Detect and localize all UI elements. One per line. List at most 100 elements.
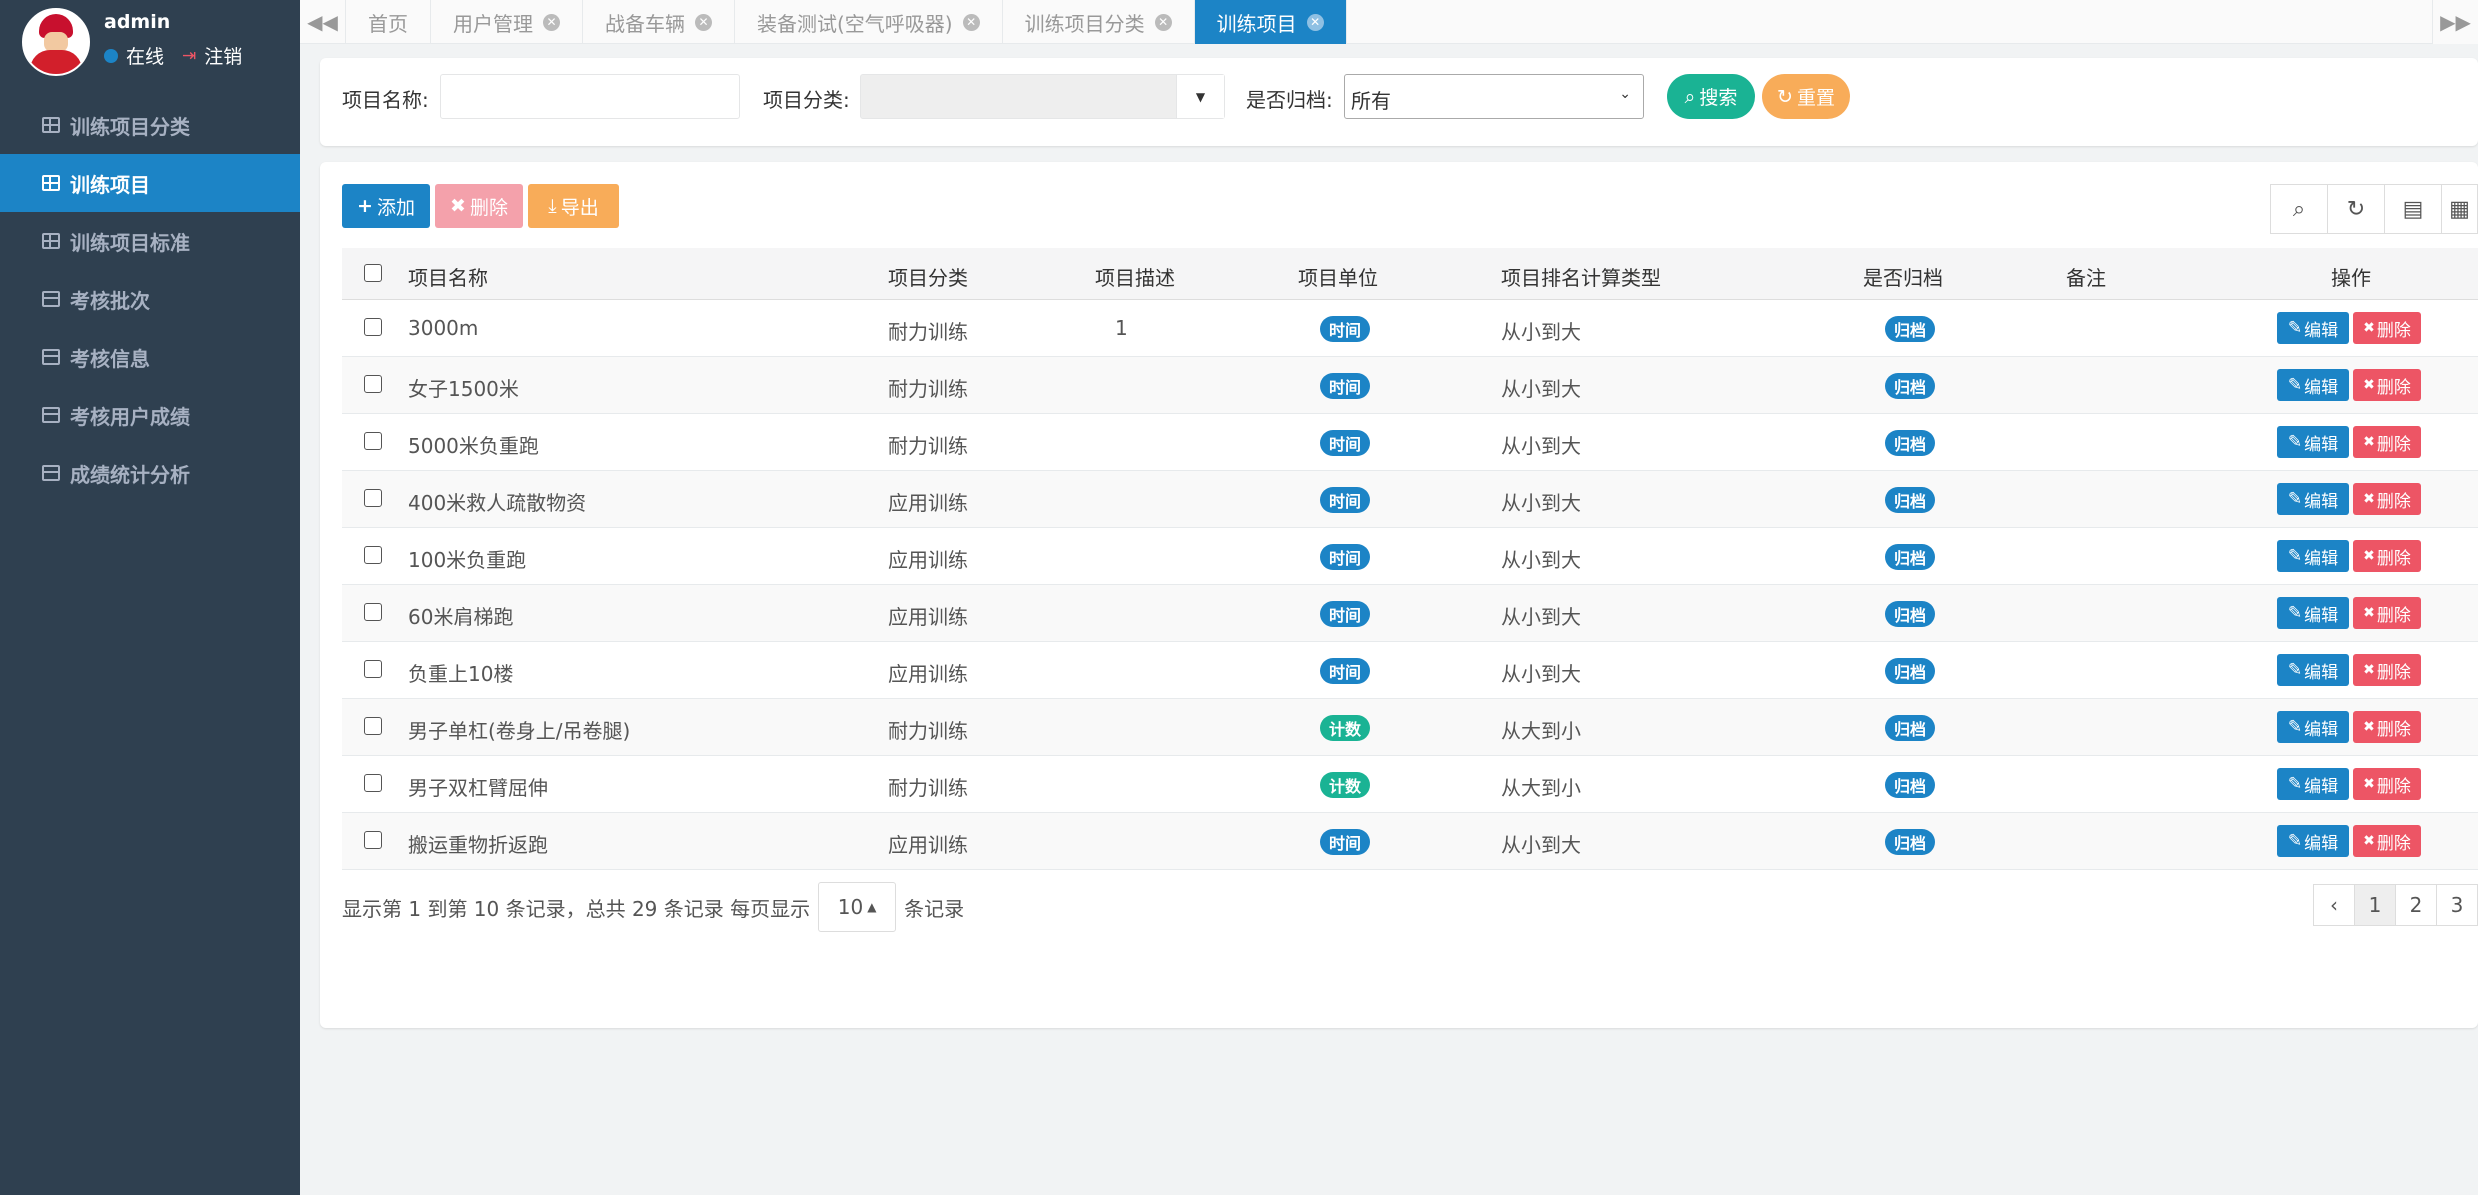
table-row[interactable]: 男子单杠(卷身上/吊卷腿) 耐力训练 计数 从大到小 归档 ✎ 编辑 ✖ 删除 [342,699,2478,756]
edit-button[interactable]: ✎ 编辑 [2277,369,2349,401]
page-size-select[interactable]: 10 ▲ [818,882,897,932]
table-row[interactable]: 男子双杠臂屈伸 耐力训练 计数 从大到小 归档 ✎ 编辑 ✖ 删除 [342,756,2478,813]
sidebar-item-assessment-info[interactable]: 考核信息 [0,328,300,386]
refresh-icon: ↻ [1777,85,1793,108]
project-category-select[interactable]: ▼ [860,74,1225,119]
edit-button[interactable]: ✎ 编辑 [2277,483,2349,515]
th-project-desc[interactable]: 项目描述 [1095,262,1175,291]
row-checkbox[interactable] [364,774,382,792]
delete-button[interactable]: ✖ 删除 [435,184,523,228]
row-delete-button[interactable]: ✖ 删除 [2353,768,2421,800]
edit-button[interactable]: ✎ 编辑 [2277,426,2349,458]
table-row[interactable]: 女子1500米 耐力训练 时间 从小到大 归档 ✎ 编辑 ✖ 删除 [342,357,2478,414]
table-search-icon[interactable]: ⌕ [2270,184,2328,234]
table-row[interactable]: 400米救人疏散物资 应用训练 时间 从小到大 归档 ✎ 编辑 ✖ 删除 [342,471,2478,528]
cell-project-category: 耐力训练 [888,776,968,800]
row-checkbox[interactable] [364,432,382,450]
row-delete-button[interactable]: ✖ 删除 [2353,540,2421,572]
archived-select[interactable]: 所有 ⌄ [1344,74,1644,119]
edit-button[interactable]: ✎ 编辑 [2277,312,2349,344]
tab-equipment-test[interactable]: 装备测试(空气呼吸器) ✕ [735,0,1003,44]
row-checkbox[interactable] [364,489,382,507]
close-icon: ✖ [2363,320,2375,336]
close-icon[interactable]: ✕ [1154,13,1172,31]
search-button[interactable]: ⌕ 搜索 [1667,74,1755,119]
tab-vehicles[interactable]: 战备车辆 ✕ [583,0,735,44]
table-row[interactable]: 搬运重物折返跑 应用训练 时间 从小到大 归档 ✎ 编辑 ✖ 删除 [342,813,2478,870]
tab-home[interactable]: 首页 [346,0,431,44]
row-delete-button[interactable]: ✖ 删除 [2353,711,2421,743]
edit-button-label: 编辑 [2304,776,2339,797]
export-button[interactable]: ⤓ 导出 [528,184,619,228]
close-icon[interactable]: ✕ [695,13,712,31]
tab-training-project[interactable]: 训练项目 ✕ [1194,0,1347,44]
select-all-checkbox[interactable] [364,264,382,282]
row-checkbox[interactable] [364,318,382,336]
row-checkbox[interactable] [364,717,382,735]
edit-button[interactable]: ✎ 编辑 [2277,825,2349,857]
row-checkbox[interactable] [364,660,382,678]
th-archived[interactable]: 是否归档 [1863,262,1943,291]
edit-button[interactable]: ✎ 编辑 [2277,597,2349,629]
th-rank-type[interactable]: 项目排名计算类型 [1501,262,1661,291]
row-checkbox[interactable] [364,375,382,393]
page-2-button[interactable]: 2 [2395,884,2437,926]
close-icon[interactable]: ✕ [543,13,560,31]
table-row[interactable]: 100米负重跑 应用训练 时间 从小到大 归档 ✎ 编辑 ✖ 删除 [342,528,2478,585]
row-checkbox[interactable] [364,831,382,849]
project-name-input[interactable] [440,74,740,119]
cell-project-category: 耐力训练 [888,320,968,344]
tab-training-category[interactable]: 训练项目分类 ✕ [1003,0,1195,44]
table-columns-icon[interactable]: ▦ [2441,184,2478,234]
search-icon: ⌕ [1684,85,1696,108]
row-delete-button[interactable]: ✖ 删除 [2353,825,2421,857]
close-icon: ✖ [2363,548,2375,564]
table-refresh-icon[interactable]: ↻ [2327,184,2385,234]
sidebar-item-training-project[interactable]: 训练项目 [0,154,300,212]
table-toggle-view-icon[interactable]: ▤ [2384,184,2442,234]
sidebar-item-user-scores[interactable]: 考核用户成绩 [0,386,300,444]
table-row[interactable]: 60米肩梯跑 应用训练 时间 从小到大 归档 ✎ 编辑 ✖ 删除 [342,585,2478,642]
edit-icon: ✎ [2287,432,2303,452]
sidebar-item-label: 考核用户成绩 [70,404,190,429]
row-delete-button[interactable]: ✖ 删除 [2353,597,2421,629]
edit-button[interactable]: ✎ 编辑 [2277,768,2349,800]
table-row[interactable]: 负重上10楼 应用训练 时间 从小到大 归档 ✎ 编辑 ✖ 删除 [342,642,2478,699]
edit-button[interactable]: ✎ 编辑 [2277,654,2349,686]
sidebar-item-training-standard[interactable]: 训练项目标准 [0,212,300,270]
row-delete-button[interactable]: ✖ 删除 [2353,369,2421,401]
tab-user-management[interactable]: 用户管理 ✕ [431,0,583,44]
page-1-button[interactable]: 1 [2354,884,2396,926]
edit-button-label: 编辑 [2304,548,2339,569]
close-icon[interactable]: ✕ [1306,13,1324,31]
th-project-unit[interactable]: 项目单位 [1298,262,1378,291]
add-button[interactable]: + 添加 [342,184,430,228]
grid-icon [42,175,60,191]
archived-badge: 归档 [1885,316,1936,342]
table-row[interactable]: 3000m 耐力训练 1 时间 从小到大 归档 ✎ 编辑 ✖ 删除 [342,300,2478,357]
tab-scroll-left-icon[interactable]: ◀◀ [300,0,346,44]
table-row[interactable]: 5000米负重跑 耐力训练 时间 从小到大 归档 ✎ 编辑 ✖ 删除 [342,414,2478,471]
row-delete-button[interactable]: ✖ 删除 [2353,654,2421,686]
row-checkbox[interactable] [364,546,382,564]
row-delete-button[interactable]: ✖ 删除 [2353,312,2421,344]
edit-button[interactable]: ✎ 编辑 [2277,540,2349,572]
prev-page-button[interactable]: ‹ [2313,884,2355,926]
reset-button[interactable]: ↻ 重置 [1762,74,1850,119]
th-project-name[interactable]: 项目名称 [408,262,488,291]
sidebar-item-score-analysis[interactable]: 成绩统计分析 [0,444,300,502]
logout-link[interactable]: 注销 [204,42,242,69]
archived-badge: 归档 [1885,829,1936,855]
logout-icon[interactable]: ⇥ [182,46,196,66]
edit-button[interactable]: ✎ 编辑 [2277,711,2349,743]
row-checkbox[interactable] [364,603,382,621]
close-icon[interactable]: ✕ [962,13,980,31]
avatar[interactable] [22,8,90,76]
row-delete-button[interactable]: ✖ 删除 [2353,483,2421,515]
sidebar-item-assessment-batch[interactable]: 考核批次 [0,270,300,328]
th-project-category[interactable]: 项目分类 [888,262,968,291]
page-3-button[interactable]: 3 [2436,884,2478,926]
sidebar-item-training-category[interactable]: 训练项目分类 [0,96,300,154]
row-delete-button[interactable]: ✖ 删除 [2353,426,2421,458]
tab-scroll-right-icon[interactable]: ▶▶ [2432,0,2478,44]
